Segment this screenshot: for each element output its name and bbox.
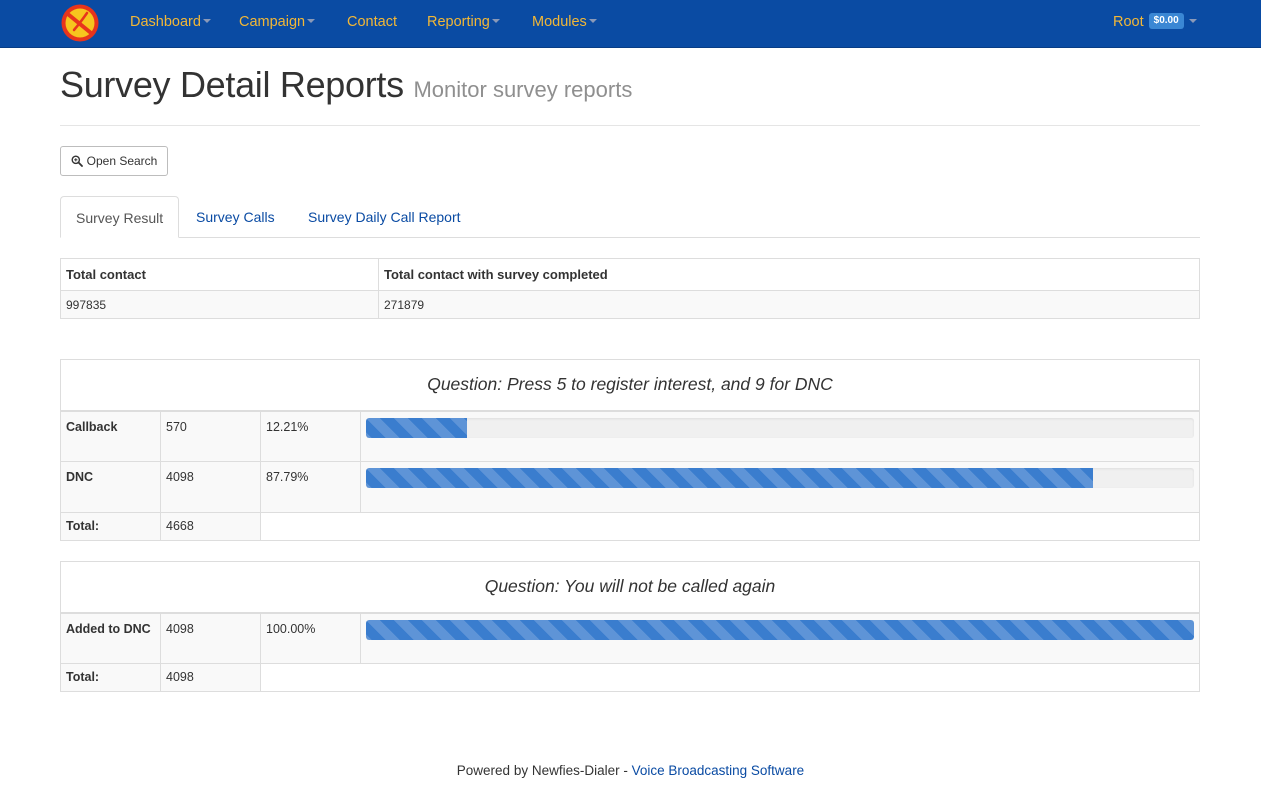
newfies-logo-icon[interactable] (60, 3, 100, 43)
answer-percent: 100.00% (260, 612, 361, 664)
header-divider (60, 125, 1200, 126)
question-title: Question: You will not be called again (60, 561, 1200, 614)
question-title-row: Question: Press 5 to register interest, … (60, 359, 1200, 412)
answer-row: DNC 4098 87.79% (60, 461, 1200, 513)
total-row: Total: 4098 (60, 663, 1200, 692)
total-blank (260, 663, 1200, 692)
total-row: Total: 4668 (60, 512, 1200, 541)
summary-header-row: Total contact Total contact with survey … (60, 258, 1200, 291)
footer-link[interactable]: Voice Broadcasting Software (632, 763, 805, 778)
question-table: Question: You will not be called again A… (60, 561, 1200, 692)
answer-count: 570 (160, 410, 261, 462)
answer-label: DNC (60, 461, 161, 513)
nav-campaign-label: Campaign (239, 14, 306, 30)
tab-survey-result[interactable]: Survey Result (60, 196, 180, 238)
answer-progress-cell (360, 410, 1200, 462)
answer-percent: 12.21% (260, 410, 361, 462)
total-value: 4098 (160, 663, 261, 692)
progress-bar (366, 417, 1194, 438)
answer-progress-cell (360, 612, 1200, 664)
total-label: Total: (60, 663, 161, 692)
open-search-button[interactable]: Open Search (60, 146, 168, 176)
question-table: Question: Press 5 to register interest, … (60, 359, 1200, 541)
answer-label: Added to DNC (60, 612, 161, 664)
answer-progress-cell (360, 461, 1200, 513)
tab-survey-calls[interactable]: Survey Calls (196, 196, 275, 238)
summary-header-total-contact: Total contact (60, 258, 379, 291)
answer-row: Added to DNC 4098 100.00% (60, 612, 1200, 664)
balance-badge: $0.00 (1148, 13, 1184, 30)
user-name: Root (1113, 14, 1144, 30)
nav-dashboard-label: Dashboard (130, 14, 201, 30)
progress-bar-fill (366, 417, 468, 438)
tab-survey-result-label: Survey Result (76, 210, 164, 226)
tab-survey-calls-label: Survey Calls (196, 209, 275, 225)
caret-down-icon (202, 19, 211, 24)
question-title-row: Question: You will not be called again (60, 561, 1200, 614)
caret-down-icon (491, 19, 500, 24)
progress-bar (366, 468, 1194, 488)
nav-modules-label: Modules (532, 14, 587, 30)
nav-contact[interactable]: Contact (347, 0, 397, 46)
summary-header-survey-completed: Total contact with survey completed (378, 258, 1200, 291)
caret-down-icon (307, 19, 316, 24)
total-value: 4668 (160, 512, 261, 541)
caret-down-icon (1188, 19, 1197, 24)
summary-table: Total contact Total contact with survey … (60, 258, 1200, 319)
answer-percent: 87.79% (260, 461, 361, 513)
answer-label: Callback (60, 410, 161, 462)
tab-survey-daily-call-report[interactable]: Survey Daily Call Report (308, 196, 461, 238)
caret-down-icon (588, 19, 597, 24)
nav-reporting[interactable]: Reporting (427, 0, 500, 46)
answer-count: 4098 (160, 612, 261, 664)
page-subtitle: Monitor survey reports (413, 77, 633, 102)
question-title: Question: Press 5 to register interest, … (60, 359, 1200, 412)
nav-dashboard[interactable]: Dashboard (130, 0, 211, 46)
progress-bar-fill (366, 619, 1194, 640)
nav-user-menu[interactable]: Root $0.00 (1113, 0, 1197, 46)
footer: Powered by Newfies-Dialer - Voice Broadc… (0, 763, 1261, 778)
progress-bar-fill (366, 468, 1093, 488)
summary-value-row: 997835 271879 (60, 290, 1200, 319)
tab-survey-daily-call-report-label: Survey Daily Call Report (308, 209, 461, 225)
answer-row: Callback 570 12.21% (60, 410, 1200, 462)
answer-count: 4098 (160, 461, 261, 513)
nav-reporting-label: Reporting (427, 14, 490, 30)
footer-prefix: Powered by Newfies-Dialer - (456, 763, 632, 778)
summary-total-contact-value: 997835 (60, 290, 379, 319)
total-blank (260, 512, 1200, 541)
nav-modules[interactable]: Modules (532, 0, 597, 46)
zoom-in-icon (71, 155, 83, 167)
progress-bar (366, 619, 1194, 640)
nav-campaign[interactable]: Campaign (239, 0, 316, 46)
nav-contact-label: Contact (347, 14, 397, 30)
open-search-label: Open Search (86, 154, 158, 168)
page-title: Survey Detail Reports (60, 64, 404, 105)
total-label: Total: (60, 512, 161, 541)
top-navbar: Dashboard Campaign Contact Reporting Mod… (0, 0, 1261, 48)
page-header: Survey Detail Reports Monitor survey rep… (60, 64, 632, 106)
summary-survey-completed-value: 271879 (378, 290, 1200, 319)
